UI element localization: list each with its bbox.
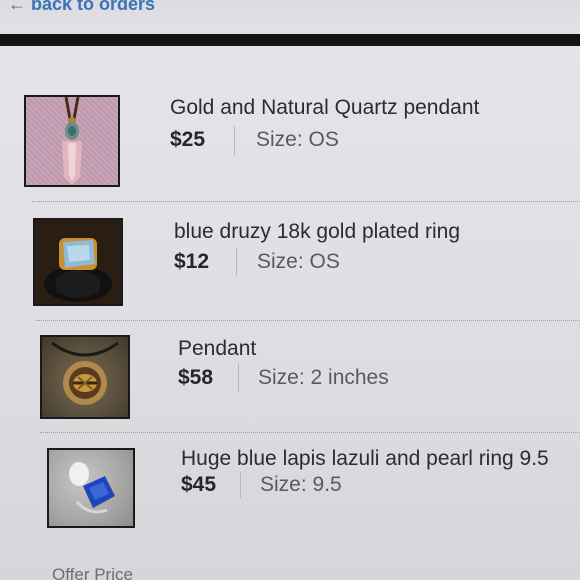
lapis-ring-photo-icon[interactable] <box>47 448 135 528</box>
header-divider-bar <box>0 34 580 46</box>
back-to-orders-link[interactable]: ← back to orders <box>8 0 155 15</box>
item-divider <box>32 201 580 202</box>
item-divider <box>36 320 580 321</box>
item-size: Size: OS <box>256 128 339 151</box>
price-size-separator <box>236 248 237 276</box>
quartz-pendant-photo-icon[interactable] <box>24 95 120 187</box>
item-price: $58 <box>178 366 214 389</box>
offer-price-label: Offer Price <box>52 565 133 580</box>
price-size-separator <box>240 472 241 498</box>
back-arrow-icon: ← <box>8 0 26 14</box>
item-price: $25 <box>170 128 206 151</box>
item-size: Size: 9.5 <box>260 473 342 496</box>
item-size: Size: 2 inches <box>258 366 389 389</box>
price-size-separator <box>234 126 235 156</box>
item-price: $12 <box>174 250 210 273</box>
top-nav: ← back to orders <box>0 0 580 34</box>
item-title[interactable]: Gold and Natural Quartz pendant <box>170 96 479 120</box>
item-divider <box>40 432 580 433</box>
item-price: $45 <box>181 473 217 496</box>
item-size: Size: OS <box>257 250 340 273</box>
item-title[interactable]: blue druzy 18k gold plated ring <box>174 220 460 244</box>
item-title[interactable]: Huge blue lapis lazuli and pearl ring 9.… <box>181 447 549 471</box>
pendant-photo-icon[interactable] <box>40 335 130 419</box>
price-size-separator <box>238 364 239 392</box>
order-detail-screen: ← back to orders Gold and Natural Quartz … <box>0 0 580 580</box>
item-title[interactable]: Pendant <box>178 337 256 361</box>
order-items-list: Gold and Natural Quartz pendant $25 Size… <box>0 46 580 580</box>
back-link-label: back to orders <box>31 0 156 14</box>
druzy-ring-photo-icon[interactable] <box>33 218 123 306</box>
